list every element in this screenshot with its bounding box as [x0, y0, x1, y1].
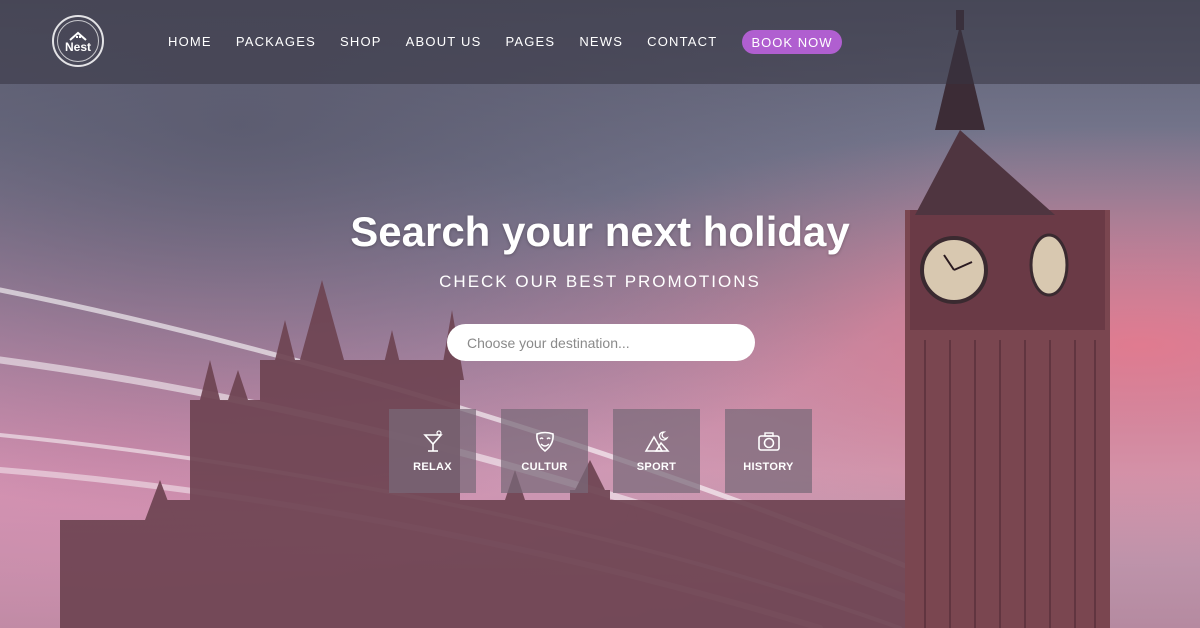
theater-mask-icon [535, 431, 554, 453]
destination-search-input[interactable] [447, 324, 755, 361]
nav-item-news[interactable]: NEWS [579, 34, 623, 49]
nav-item-about-us[interactable]: ABOUT US [406, 34, 482, 49]
nav-item-contact[interactable]: CONTACT [647, 34, 717, 49]
brand-name: Nest [64, 39, 91, 54]
london-skyline-illustration [0, 10, 1110, 628]
nav-item-packages[interactable]: PACKAGES [236, 34, 316, 49]
mountain-moon-icon [644, 431, 670, 452]
category-label: CULTUR [521, 461, 568, 473]
category-cultur[interactable]: CULTUR [501, 409, 588, 493]
category-label: RELAX [413, 461, 452, 473]
category-label: HISTORY [743, 461, 794, 473]
camera-icon [757, 432, 780, 451]
brand-logo[interactable]: Nest [52, 15, 104, 67]
cocktail-icon [422, 430, 443, 452]
main-nav: HOME PACKAGES SHOP ABOUT US PAGES NEWS C… [168, 34, 741, 49]
hero-subtitle: CHECK OUR BEST PROMOTIONS [439, 272, 761, 291]
book-now-button[interactable]: BOOK NOW [742, 30, 842, 54]
category-relax[interactable]: RELAX [389, 409, 476, 493]
nav-item-shop[interactable]: SHOP [340, 34, 382, 49]
category-label: SPORT [636, 461, 677, 473]
hero-title: Search your next holiday [350, 208, 850, 255]
category-sport[interactable]: SPORT [613, 409, 700, 493]
top-navigation-bar: Nest HOME PACKAGES SHOP ABOUT US PAGES N… [0, 0, 1200, 84]
nav-item-pages[interactable]: PAGES [505, 34, 555, 49]
hero-background [0, 0, 1200, 628]
category-history[interactable]: HISTORY [725, 409, 812, 493]
nav-item-home[interactable]: HOME [168, 34, 212, 49]
